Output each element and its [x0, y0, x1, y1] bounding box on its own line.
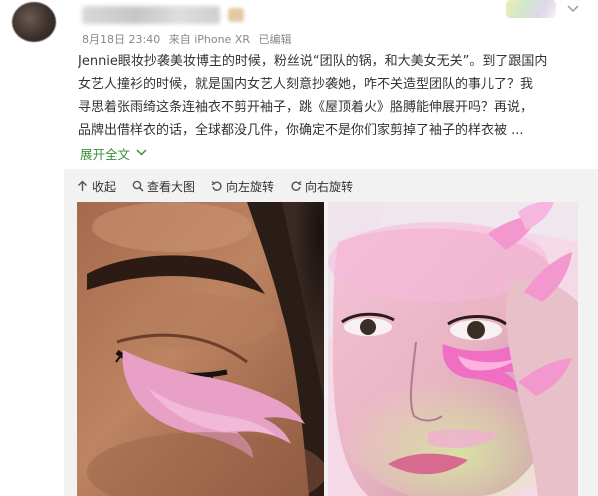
rotate-right-icon	[289, 180, 302, 193]
post-text-line: 品牌出借样衣的话，全球都没几件，你确定不是你们家剪掉了袖子的样衣被 ...	[78, 123, 524, 138]
view-large-label: 查看大图	[147, 179, 196, 194]
rotate-left-icon	[210, 180, 223, 193]
chevron-down-icon	[136, 148, 147, 159]
arrow-up-icon	[76, 180, 89, 193]
post-text: Jennie眼妆抄袭美妆博主的时候，粉丝说“团队的锅，和大美女无关”。到了跟国内…	[78, 50, 588, 142]
post-text-line: 寻思着张雨绮这条连袖衣不剪开袖子，跳《屋顶着火》胳膊能伸展开吗？再说，	[78, 100, 534, 115]
media-toolbar: 收起 查看大图 向左旋转 向右旋转	[76, 177, 353, 195]
expand-label: 展开全文	[80, 147, 131, 162]
post-meta: 8月18日 23:40 来自 iPhone XR 已编辑	[82, 31, 297, 47]
post-text-line: 女艺人撞衫的时候，就是国内女艺人刻意抄袭她，咋不关造型团队的事儿了？我	[78, 77, 534, 92]
avatar[interactable]	[12, 2, 56, 42]
rotate-right-label: 向右旋转	[305, 179, 354, 194]
post-text-line: Jennie眼妆抄袭美妆博主的时候，粉丝说“团队的锅，和大美女无关”。到了跟国内	[78, 54, 548, 69]
card-decoration	[506, 0, 556, 18]
face-makeup-photo[interactable]	[328, 202, 578, 496]
weibo-post: 8月18日 23:40 来自 iPhone XR 已编辑 Jennie眼妆抄袭美…	[0, 0, 598, 496]
post-timestamp[interactable]: 8月18日 23:40	[82, 33, 160, 46]
post-source: 来自 iPhone XR	[168, 33, 251, 46]
post-header: 8月18日 23:40 来自 iPhone XR 已编辑	[0, 0, 598, 47]
username-blurred[interactable]	[82, 6, 220, 24]
chevron-down-icon[interactable]	[562, 1, 584, 17]
rotate-right-button[interactable]: 向右旋转	[289, 178, 353, 195]
view-large-button[interactable]: 查看大图	[131, 178, 195, 195]
collapse-button[interactable]: 收起	[76, 178, 116, 195]
badge-icon	[228, 8, 244, 22]
eye-makeup-photo[interactable]	[77, 202, 324, 496]
rotate-left-button[interactable]: 向左旋转	[210, 178, 274, 195]
expand-full-text-link[interactable]: 展开全文	[80, 144, 147, 163]
collapse-label: 收起	[92, 179, 117, 194]
magnifier-icon	[131, 180, 144, 193]
rotate-left-label: 向左旋转	[226, 179, 275, 194]
edited-label[interactable]: 已编辑	[259, 33, 292, 46]
